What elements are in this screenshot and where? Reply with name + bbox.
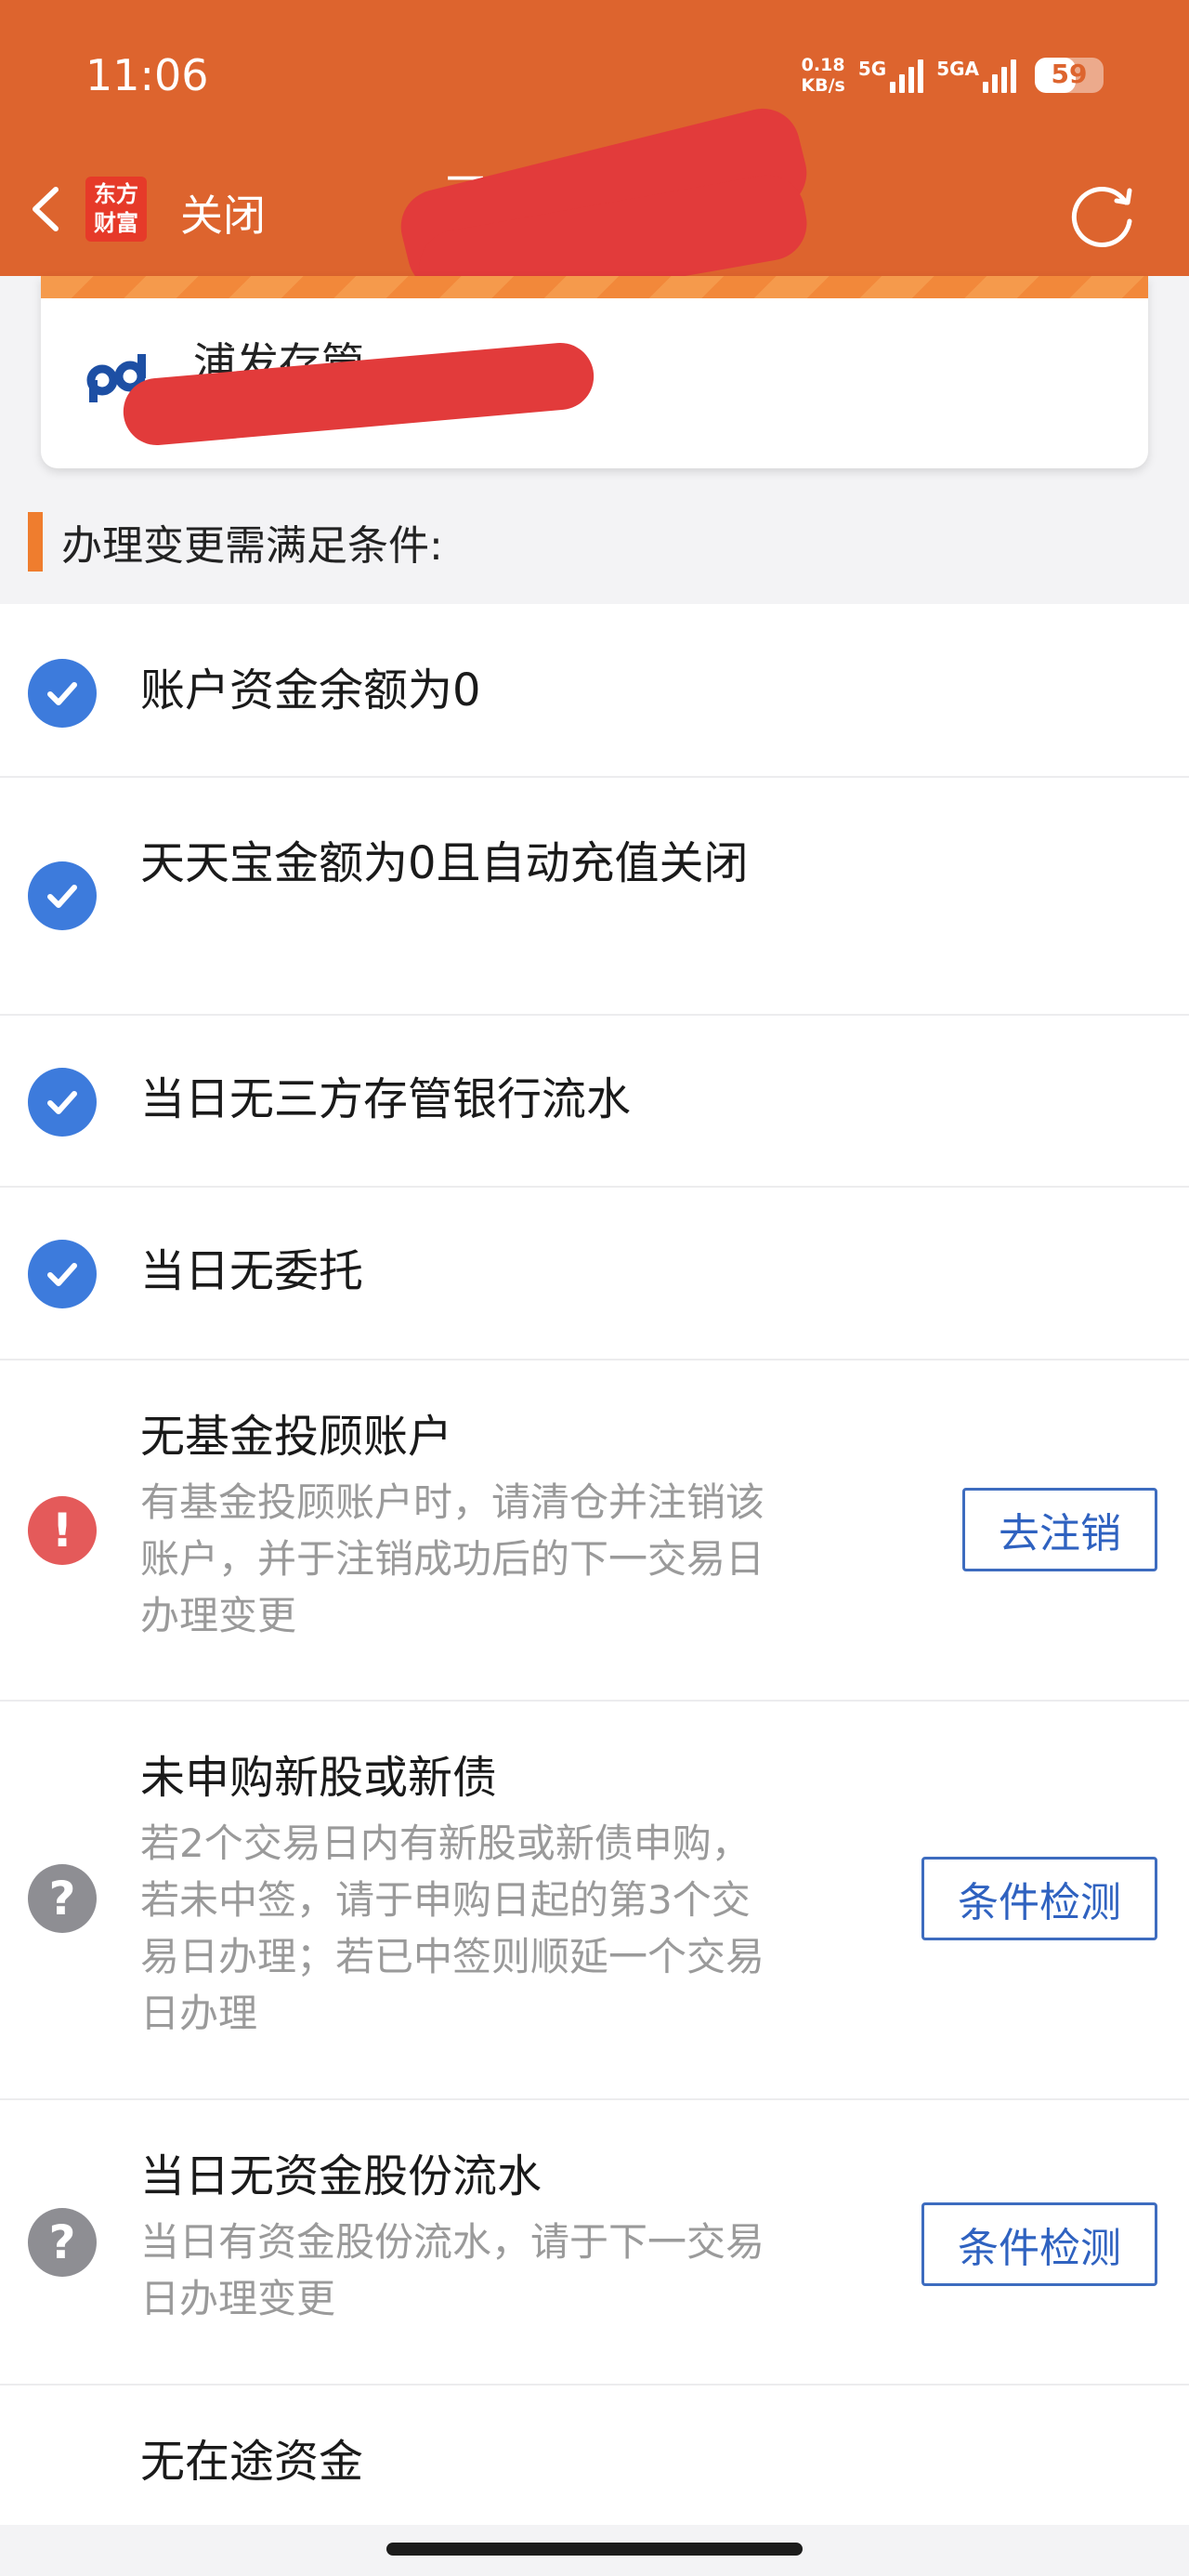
app-logo-line2: 财富 (94, 210, 138, 236)
home-indicator[interactable] (386, 2543, 803, 2556)
condition-row: 天天宝金额为0且自动充值关闭 (0, 778, 1189, 1016)
condition-row: ? 未申购新股或新债 若2个交易日内有新股或新债申购，若未中签，请于申购日起的第… (0, 1702, 1189, 2100)
refresh-icon[interactable] (1065, 175, 1143, 253)
network-label-5ga: 5GA (936, 58, 979, 80)
network-speed-unit: KB/s (801, 75, 845, 96)
question-circle-icon: ? (28, 2208, 97, 2277)
section-title-text: 办理变更需满足条件: (61, 522, 443, 570)
app-logo-line1: 东方 (94, 181, 138, 207)
conditions-list: 账户资金余额为0 天天宝金额为0且自动充值关闭 当日无三方存管银行流水 当日无委… (0, 604, 1189, 2525)
chevron-left-icon[interactable] (22, 177, 69, 242)
condition-row: 账户资金余额为0 (0, 604, 1189, 778)
section-title: 办理变更需满足条件: (28, 509, 443, 574)
condition-desc: 若2个交易日内有新股或新债申购，若未中签，请于申购日起的第3个交易日办理；若已中… (140, 1820, 765, 2036)
condition-desc: 有基金投顾账户时，请清仓并注销该账户，并于注销成功后的下一交易日办理变更 (140, 1479, 765, 1638)
condition-title: 未申购新股或新债 (140, 1752, 498, 1804)
close-button[interactable]: 关闭 (180, 182, 266, 243)
condition-title: 当日无三方存管银行流水 (140, 1073, 632, 1125)
condition-row: 当日无委托 (0, 1188, 1189, 1360)
signal-5g: 5G (857, 58, 924, 93)
signal-bars-icon (983, 58, 1016, 93)
condition-check-button[interactable]: 条件检测 (921, 2202, 1157, 2286)
condition-title: 无在途资金 (140, 2436, 364, 2488)
card-stripe (41, 276, 1148, 298)
question-circle-icon: ? (28, 1864, 97, 1933)
condition-title: 当日无资金股份流水 (140, 2150, 542, 2202)
exclamation-circle-icon: ! (28, 1496, 97, 1565)
condition-title: 当日无委托 (140, 1245, 364, 1297)
signal-5ga: 5GA (936, 58, 1016, 93)
status-indicators: 0.18 KB/s 5G 5GA 59 (801, 52, 1104, 99)
signal-bars-icon (890, 58, 924, 93)
condition-title: 账户资金余额为0 (140, 664, 481, 716)
check-circle-icon (28, 861, 97, 930)
condition-row: 当日无三方存管银行流水 (0, 1016, 1189, 1188)
app-logo: 东方 财富 (85, 177, 147, 242)
check-circle-icon (28, 1068, 97, 1137)
condition-check-button[interactable]: 条件检测 (921, 1857, 1157, 1940)
network-speed-value: 0.18 (801, 55, 845, 75)
status-time: 11:06 (85, 50, 209, 100)
condition-desc: 当日有资金股份流水，请于下一交易日办理变更 (140, 2219, 765, 2321)
condition-row: 无在途资金 (0, 2385, 1189, 2525)
check-circle-icon (28, 1240, 97, 1308)
network-speed: 0.18 KB/s (801, 55, 844, 96)
condition-title: 天天宝金额为0且自动充值关闭 (140, 837, 749, 889)
condition-row: ? 当日无资金股份流水 当日有资金股份流水，请于下一交易日办理变更 条件检测 (0, 2100, 1189, 2385)
battery-level: 59 (1051, 59, 1088, 89)
condition-title: 无基金投顾账户 (140, 1411, 453, 1463)
check-circle-icon (28, 659, 97, 728)
cancel-account-button[interactable]: 去注销 (962, 1488, 1157, 1571)
battery-icon: 59 (1035, 58, 1104, 93)
network-label-5g: 5G (857, 58, 887, 80)
condition-row: ! 无基金投顾账户 有基金投顾账户时，请清仓并注销该账户，并于注销成功后的下一交… (0, 1360, 1189, 1702)
